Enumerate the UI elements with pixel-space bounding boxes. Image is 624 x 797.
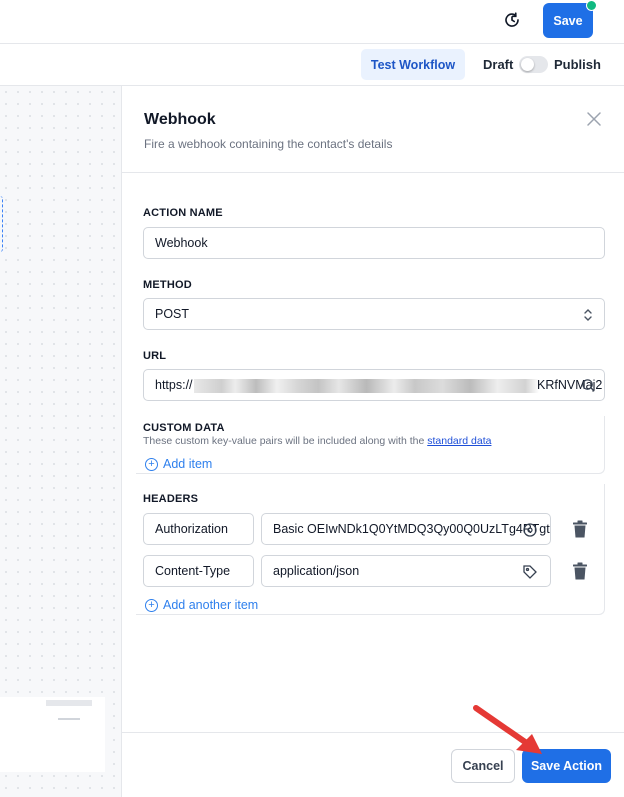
save-action-button[interactable]: Save Action	[522, 749, 611, 783]
custom-data-helper: These custom key-value pairs will be inc…	[143, 435, 491, 447]
plus-icon: +	[145, 598, 158, 612]
helper-text: These custom key-value pairs will be inc…	[143, 435, 425, 447]
header-value: application/json	[273, 564, 360, 578]
header-value: Basic OEIwNDk1Q0YtMDQ3Qy00Q0UzLTg4RTgtM	[273, 522, 551, 536]
header-value-input[interactable]: Basic OEIwNDk1Q0YtMDQ3Qy00Q0UzLTg4RTgtM	[261, 513, 551, 545]
close-icon[interactable]	[585, 110, 603, 128]
selected-node-edge[interactable]	[0, 196, 3, 252]
cancel-button[interactable]: Cancel	[451, 749, 515, 783]
custom-data-label: CUSTOM DATA	[143, 422, 225, 434]
method-select[interactable]: POST	[143, 298, 605, 330]
node-placeholder-line	[46, 700, 92, 706]
headers-section	[136, 484, 605, 615]
method-label: METHOD	[143, 279, 192, 291]
select-chevron-icon	[584, 309, 592, 321]
method-value: POST	[155, 307, 190, 321]
tag-icon[interactable]	[522, 564, 538, 580]
draft-label: Draft	[483, 57, 514, 72]
tag-icon[interactable]	[522, 522, 538, 538]
workflow-toolbar: Test Workflow Draft Publish	[0, 44, 624, 86]
redacted-url	[194, 379, 539, 393]
panel-subtitle: Fire a webhook containing the contact's …	[144, 137, 393, 151]
save-button[interactable]: Save	[543, 3, 593, 38]
plus-icon: +	[145, 457, 158, 471]
headers-label: HEADERS	[143, 493, 199, 505]
top-bar: Save	[0, 0, 624, 44]
delete-row-icon[interactable]	[572, 562, 588, 580]
test-workflow-button[interactable]: Test Workflow	[361, 49, 465, 80]
toggle-knob	[521, 58, 534, 71]
header-key-input[interactable]: Content-Type	[143, 555, 254, 587]
workflow-node-card[interactable]	[0, 697, 105, 772]
add-another-item-button[interactable]: + Add another item	[145, 598, 258, 612]
status-dot	[586, 0, 597, 11]
node-placeholder-line	[58, 718, 80, 720]
panel-footer: Cancel Save Action	[122, 732, 624, 797]
add-item-button[interactable]: + Add item	[145, 457, 212, 471]
publish-toggle[interactable]	[519, 56, 548, 73]
action-name-input[interactable]: Webhook	[143, 227, 605, 259]
url-label: URL	[143, 350, 167, 362]
action-panel: Webhook Fire a webhook containing the co…	[121, 86, 624, 797]
header-value-input[interactable]: application/json	[261, 555, 551, 587]
panel-title: Webhook	[144, 111, 216, 128]
url-input[interactable]: https:// KRfNVMaj2	[143, 369, 605, 401]
url-prefix: https://	[155, 378, 193, 392]
add-another-item-label: Add another item	[163, 598, 259, 612]
standard-data-link[interactable]: standard data	[427, 435, 491, 447]
history-icon[interactable]	[501, 9, 523, 31]
publish-label: Publish	[554, 57, 601, 72]
delete-row-icon[interactable]	[572, 520, 588, 538]
key-icon[interactable]	[581, 378, 596, 393]
header-key-input[interactable]: Authorization	[143, 513, 254, 545]
action-name-label: ACTION NAME	[143, 207, 223, 219]
panel-header: Webhook Fire a webhook containing the co…	[122, 86, 624, 173]
workflow-canvas[interactable]	[0, 86, 122, 797]
add-item-label: Add item	[163, 457, 213, 471]
